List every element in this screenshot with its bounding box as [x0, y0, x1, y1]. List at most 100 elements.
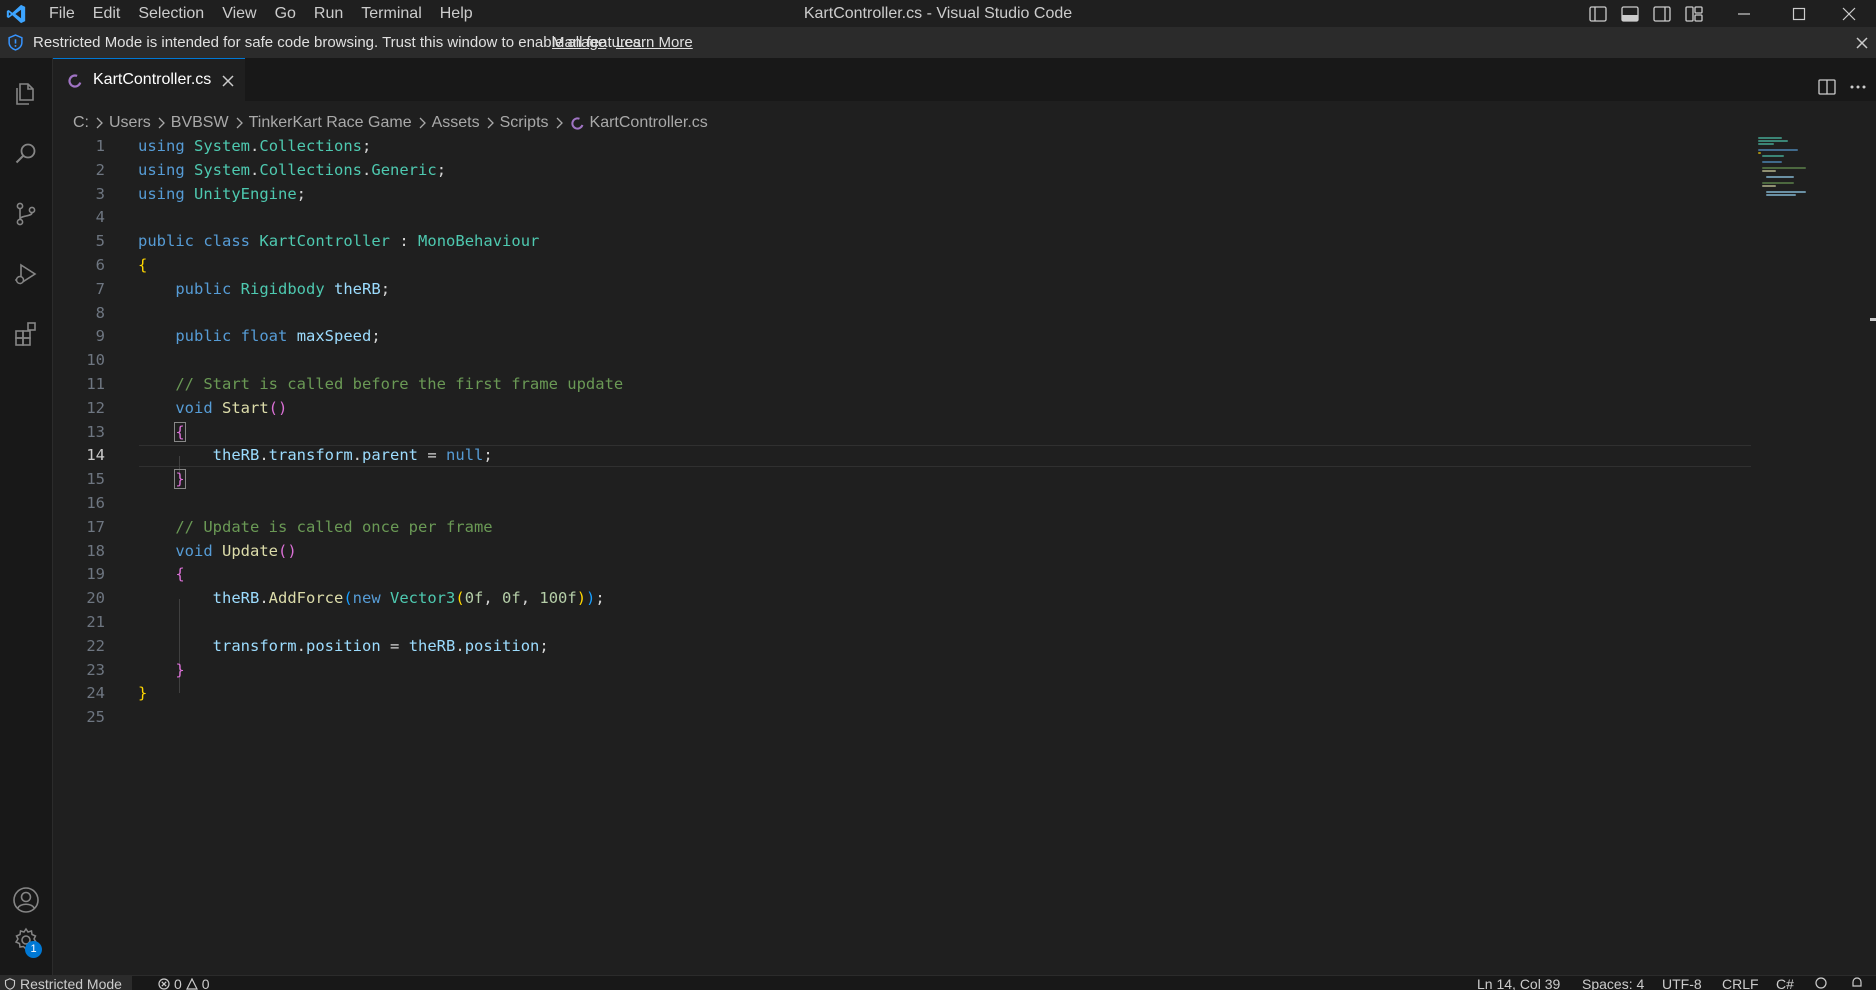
line-number: 5 [95, 232, 105, 251]
menu-edit[interactable]: Edit [84, 0, 130, 27]
extensions-icon[interactable] [6, 314, 46, 354]
line-number: 4 [95, 208, 105, 227]
toggle-primary-sidebar-icon[interactable] [1585, 2, 1611, 26]
scrollbar-cursor-marker [1870, 318, 1876, 321]
error-icon [158, 978, 170, 990]
code-line: { [174, 421, 186, 442]
learn-more-link[interactable]: Learn More [616, 27, 693, 58]
minimap[interactable] [1758, 135, 1828, 196]
breadcrumb-users[interactable]: Users [109, 114, 151, 132]
split-editor-icon[interactable] [1816, 76, 1838, 98]
breadcrumb-file[interactable]: KartController.cs [590, 114, 708, 132]
search-icon[interactable] [6, 134, 46, 174]
code-line: } [138, 684, 148, 703]
close-window-icon[interactable] [1822, 0, 1876, 27]
maximize-window-icon[interactable] [1772, 0, 1826, 27]
line-number: 19 [86, 565, 105, 584]
notifications-bell-icon[interactable] [1850, 976, 1864, 990]
restricted-mode-banner: Restricted Mode is intended for safe cod… [0, 27, 1876, 58]
breadcrumb-user[interactable]: BVBSW [171, 114, 229, 132]
breadcrumb: C: Users BVBSW TinkerKart Race Game Asse… [73, 111, 708, 135]
code-line: using System.Collections; [138, 137, 372, 155]
menu-run[interactable]: Run [305, 0, 352, 27]
explorer-icon[interactable] [6, 74, 46, 114]
line-number: 8 [95, 303, 105, 322]
activity-bar: 1 [0, 58, 53, 975]
toggle-secondary-sidebar-icon[interactable] [1649, 2, 1675, 26]
layout-controls [1585, 2, 1707, 26]
indentation-status[interactable]: Spaces: 4 [1582, 976, 1644, 990]
line-number: 12 [86, 398, 105, 417]
eol-status[interactable]: CRLF [1722, 976, 1759, 990]
tab-close-icon[interactable] [219, 72, 237, 90]
code-editor[interactable]: 1 2 3 4 5 6 7 8 9 10 11 12 13 14 15 16 1… [53, 135, 1876, 975]
menu-view[interactable]: View [213, 0, 265, 27]
line-number: 9 [95, 327, 105, 346]
code-line: using UnityEngine; [138, 184, 307, 203]
editor-tab-bar: KartController.cs [53, 58, 1876, 101]
minimize-window-icon[interactable] [1717, 0, 1771, 27]
code-line: { [138, 256, 148, 274]
code-line-active: theRB.transform.parent = null; [212, 446, 493, 465]
customize-layout-icon[interactable] [1681, 2, 1707, 26]
line-number: 6 [95, 256, 105, 274]
settings-update-badge: 1 [25, 941, 42, 958]
code-line: { [175, 565, 185, 584]
csharp-file-icon [68, 74, 82, 88]
line-number: 10 [86, 351, 105, 370]
menu-bar: File Edit Selection View Go Run Terminal… [40, 0, 482, 27]
line-number: 18 [86, 541, 105, 560]
more-actions-icon[interactable] [1846, 76, 1870, 98]
chevron-right-icon [95, 117, 103, 129]
menu-selection[interactable]: Selection [129, 0, 213, 27]
code-line: theRB.AddForce(new Vector3(0f, 0f, 100f)… [212, 589, 605, 608]
code-line: public class KartController : MonoBehavi… [138, 232, 540, 251]
chevron-right-icon [235, 117, 243, 129]
warning-icon [185, 978, 198, 990]
line-number: 20 [86, 589, 105, 608]
banner-close-icon[interactable] [1852, 33, 1872, 53]
chevron-right-icon [486, 117, 494, 129]
manage-link[interactable]: Manage [552, 27, 606, 58]
source-control-icon[interactable] [6, 194, 46, 234]
shield-icon [8, 34, 23, 51]
menu-go[interactable]: Go [266, 0, 305, 27]
menu-file[interactable]: File [40, 0, 84, 27]
line-number: 23 [86, 660, 105, 679]
breadcrumb-scripts[interactable]: Scripts [500, 114, 549, 132]
menu-terminal[interactable]: Terminal [352, 0, 430, 27]
feedback-icon[interactable] [1814, 976, 1828, 990]
shield-icon [4, 978, 16, 990]
error-count: 0 [174, 976, 182, 990]
restricted-mode-status[interactable]: Restricted Mode [0, 976, 132, 990]
chevron-right-icon [555, 117, 563, 129]
line-number: 24 [86, 684, 105, 703]
language-mode-status[interactable]: C# [1776, 976, 1794, 990]
line-number: 21 [86, 613, 105, 631]
line-number: 1 [95, 137, 105, 155]
line-number: 25 [86, 708, 105, 727]
title-bar: File Edit Selection View Go Run Terminal… [0, 0, 1876, 27]
run-debug-icon[interactable] [6, 254, 46, 294]
restricted-mode-label: Restricted Mode [20, 976, 122, 990]
breadcrumb-drive[interactable]: C: [73, 114, 89, 132]
line-number: 13 [86, 422, 105, 441]
line-number: 15 [86, 470, 105, 489]
tab-kartcontroller[interactable]: KartController.cs [53, 58, 245, 101]
line-number: 11 [86, 375, 105, 393]
warning-count: 0 [201, 976, 210, 990]
accounts-icon[interactable] [6, 880, 46, 920]
menu-help[interactable]: Help [431, 0, 482, 27]
cursor-position-status[interactable]: Ln 14, Col 39 [1477, 976, 1560, 990]
chevron-right-icon [418, 117, 426, 129]
line-number: 3 [95, 184, 105, 203]
code-line: void Start() [175, 398, 288, 417]
encoding-status[interactable]: UTF-8 [1662, 976, 1702, 990]
csharp-file-icon [570, 116, 584, 130]
breadcrumb-assets[interactable]: Assets [432, 114, 480, 132]
code-line: public Rigidbody theRB; [175, 279, 391, 298]
problems-status[interactable]: 0 0 [158, 976, 210, 990]
code-line: // Start is called before the first fram… [175, 375, 624, 393]
toggle-panel-icon[interactable] [1617, 2, 1643, 26]
breadcrumb-project[interactable]: TinkerKart Race Game [249, 114, 412, 132]
